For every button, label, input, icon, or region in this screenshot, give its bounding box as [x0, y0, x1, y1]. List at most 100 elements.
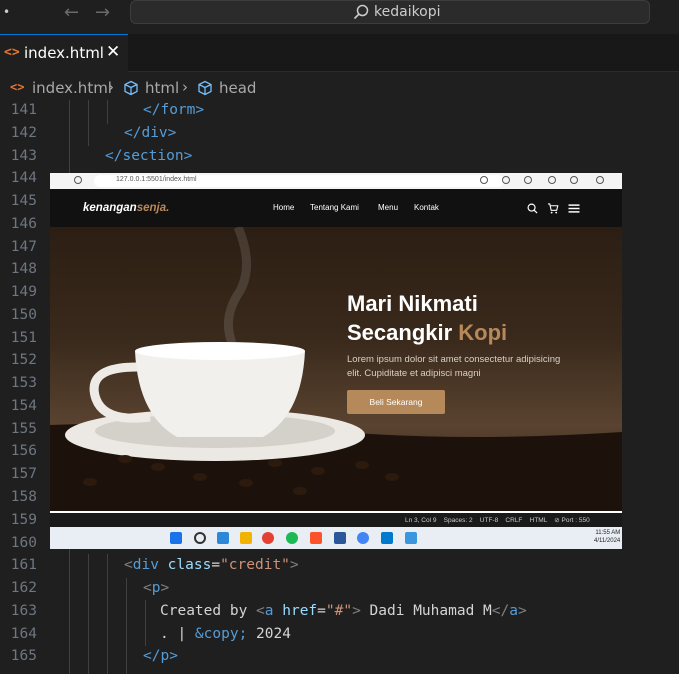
search-icon[interactable] — [527, 203, 538, 214]
arrow-left-icon[interactable]: ← — [64, 2, 79, 23]
code-line-162: <p> — [143, 580, 170, 596]
pasted-screenshot: 127.0.0.1:5501/index.html kenangansenja.… — [50, 173, 622, 549]
vscode-icon[interactable] — [381, 532, 393, 544]
nav-link-menu[interactable]: Menu — [378, 203, 398, 212]
line-number: 154 — [10, 398, 37, 414]
app-icon[interactable] — [405, 532, 417, 544]
token-attr: class — [167, 557, 212, 573]
cube-icon — [124, 80, 138, 96]
line-number: 157 — [10, 466, 37, 482]
indent-guide — [88, 554, 89, 674]
extensions-icon[interactable] — [548, 176, 556, 184]
breadcrumb-file[interactable]: index.html — [32, 79, 112, 97]
line-number: 165 — [10, 648, 37, 664]
token-text: . | — [160, 626, 195, 642]
line-number: 158 — [10, 489, 37, 505]
breadcrumb-head[interactable]: head — [219, 79, 256, 97]
windows-start-icon[interactable] — [170, 532, 182, 544]
token-tag: div — [132, 557, 159, 573]
chevron-right-icon: › — [108, 78, 114, 96]
token-text: Created by — [160, 603, 257, 619]
refresh-icon[interactable] — [74, 176, 82, 184]
line-number: 148 — [10, 261, 37, 277]
inner-status-bar: Ln 3, Col 9 Spaces: 2 UTF-8 CRLF HTML ⊘ … — [50, 511, 622, 527]
site-logo[interactable]: kenangansenja. — [83, 202, 169, 214]
code-line-164: . | &copy; 2024 — [160, 626, 291, 642]
close-icon[interactable]: ✕ — [106, 42, 120, 62]
hero-title: Mari Nikmati Secangkir Kopi — [347, 291, 508, 345]
collections-icon[interactable] — [570, 176, 578, 184]
arrow-right-icon[interactable]: → — [95, 2, 110, 23]
chrome-dev-icon[interactable] — [357, 532, 369, 544]
line-number: 141 — [10, 102, 37, 118]
token-text: 2024 — [247, 626, 291, 642]
cart-icon[interactable] — [547, 203, 559, 214]
line-number: 156 — [10, 443, 37, 459]
file-explorer-icon[interactable] — [240, 532, 252, 544]
hamburger-menu-icon[interactable] — [568, 203, 580, 214]
split-screen-icon[interactable] — [524, 176, 532, 184]
cube-icon — [198, 80, 212, 96]
line-number: 142 — [10, 125, 37, 141]
indent-guide — [145, 600, 146, 646]
html-file-icon: <> — [4, 45, 20, 60]
line-number: 147 — [10, 239, 37, 255]
settings-icon[interactable] — [596, 176, 604, 184]
command-center-search[interactable]: kedaikopi — [130, 0, 650, 24]
indent-guide — [88, 100, 89, 146]
line-number: 159 — [10, 512, 37, 528]
nav-link-home[interactable]: Home — [273, 203, 294, 212]
hero-description: Lorem ipsum dolor sit amet consectetur a… — [347, 354, 561, 379]
line-number: 162 — [10, 580, 37, 596]
browser-toolbar: 127.0.0.1:5501/index.html — [50, 173, 622, 189]
breadcrumb-html[interactable]: html — [145, 79, 179, 97]
chrome-icon[interactable] — [262, 532, 274, 544]
chevron-right-icon: › — [182, 78, 188, 96]
code-line-142: </div> — [124, 125, 177, 141]
line-number: 146 — [10, 216, 37, 232]
token-string: "credit" — [220, 557, 290, 573]
system-clock[interactable]: 11:55 AM 4/11/2024 — [594, 529, 620, 545]
title-bar: • ← → kedaikopi — [0, 0, 679, 34]
token-tag: a — [509, 603, 518, 619]
nav-link-kontak[interactable]: Kontak — [414, 203, 439, 212]
line-number: 145 — [10, 193, 37, 209]
line-number: 152 — [10, 352, 37, 368]
code-line-163: Created by <a href="#"> Dadi Muhamad M</… — [160, 603, 527, 619]
indent-guide — [107, 554, 108, 674]
nav-link-tentang-kami[interactable]: Tentang Kami — [310, 203, 359, 212]
brave-icon[interactable] — [310, 532, 322, 544]
edge-icon[interactable] — [217, 532, 229, 544]
favorite-icon[interactable] — [502, 176, 510, 184]
token-attr: href — [282, 603, 318, 619]
line-number: 155 — [10, 421, 37, 437]
code-line-143: </section> — [105, 148, 193, 164]
line-number: 161 — [10, 557, 37, 573]
line-number: 163 — [10, 603, 37, 619]
indent-guide — [107, 100, 108, 124]
tab-index-html[interactable]: <> index.html ✕ — [0, 34, 128, 72]
spotify-icon[interactable] — [286, 532, 298, 544]
search-icon[interactable] — [194, 532, 206, 544]
token-string: "#" — [325, 603, 353, 619]
token-entity: &copy; — [194, 626, 248, 642]
code-line-165: </p> — [143, 648, 178, 664]
line-number: 143 — [10, 148, 37, 164]
word-icon[interactable] — [334, 532, 346, 544]
token-tag: a — [264, 603, 274, 619]
html-file-icon: <> — [10, 80, 25, 94]
editor-tab-bar: <> index.html ✕ — [0, 34, 679, 72]
line-number: 164 — [10, 626, 37, 642]
url-text: 127.0.0.1:5501/index.html — [116, 176, 197, 183]
line-number: 150 — [10, 307, 37, 323]
tab-label: index.html — [24, 44, 104, 62]
buy-now-button[interactable]: Beli Sekarang — [347, 390, 445, 414]
code-line-141: </form> — [143, 102, 205, 118]
token-text: Dadi Muhamad M — [360, 603, 492, 619]
zoom-icon[interactable] — [480, 176, 488, 184]
status-text: Ln 3, Col 9 Spaces: 2 UTF-8 CRLF HTML ⊘ … — [405, 517, 590, 524]
line-number: 149 — [10, 284, 37, 300]
line-number: 153 — [10, 375, 37, 391]
breadcrumb: <> index.html › html › head — [0, 74, 679, 100]
menu-dot-icon[interactable]: • — [3, 5, 10, 19]
